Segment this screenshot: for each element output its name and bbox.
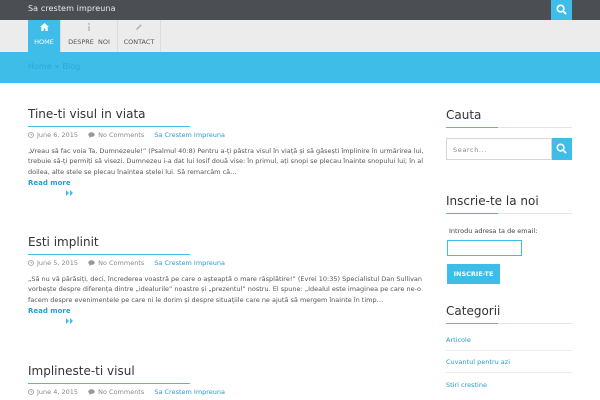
subscribe-widget-title: Inscrie-te la noi	[446, 194, 539, 208]
title-underline	[28, 254, 190, 255]
post-meta: June 4, 2015 No Comments Sa Crestem Impr…	[28, 388, 233, 396]
list-divider	[446, 372, 572, 373]
clock-icon	[28, 389, 34, 395]
post-comments-link[interactable]: No Comments	[88, 131, 144, 139]
post-category-link[interactable]: Sa Crestem Impreuna	[154, 388, 225, 396]
post-title[interactable]: Esti implinit	[28, 235, 426, 249]
post-article: Tine-ti visul in viata June 6, 2015 No C…	[28, 107, 426, 207]
list-divider	[446, 350, 572, 351]
header-search-button[interactable]	[551, 0, 572, 20]
category-link-cuvantul-pentru-azi[interactable]: Cuvantul pentru azi	[446, 358, 510, 366]
clock-icon	[28, 132, 34, 138]
breadcrumb-separator: »	[54, 62, 60, 71]
home-icon	[28, 23, 60, 33]
search-icon	[556, 4, 567, 15]
category-link-articole[interactable]: Articole	[446, 336, 471, 344]
categories-widget-title: Categorii	[446, 304, 501, 318]
widget-underline	[446, 127, 572, 128]
double-chevron-right-icon[interactable]	[66, 190, 74, 196]
post-meta: June 6, 2015 No Comments Sa Crestem Impr…	[28, 131, 233, 139]
widget-underline	[446, 323, 572, 324]
comments-icon	[88, 260, 95, 266]
nav-label-contact: CONTACT	[123, 38, 155, 46]
post-article: Esti implinit June 5, 2015 No Comments S…	[28, 235, 426, 335]
nav-divider	[160, 20, 161, 52]
post-title[interactable]: Implineste-ti visul	[28, 364, 426, 378]
search-button[interactable]	[552, 138, 572, 160]
post-meta: June 5, 2015 No Comments Sa Crestem Impr…	[28, 259, 233, 267]
post-article: Implineste-ti visul June 4, 2015 No Comm…	[28, 364, 426, 400]
page-header-band: Home» Blog	[0, 52, 600, 83]
nav-item-home[interactable]: HOME	[28, 20, 60, 52]
site-title[interactable]: Sa crestem impreuna	[28, 4, 116, 13]
post-date: June 4, 2015	[28, 388, 78, 396]
post-comments-link[interactable]: No Comments	[88, 388, 144, 396]
post-comments-link[interactable]: No Comments	[88, 259, 144, 267]
breadcrumb-current: Blog	[62, 62, 81, 71]
email-field[interactable]	[447, 240, 522, 256]
subscribe-button[interactable]: INSCRIE-TE	[447, 264, 500, 284]
comments-icon	[88, 132, 95, 138]
clock-icon	[28, 260, 34, 266]
nav-item-despre-noi[interactable]: DESPRE NOI	[61, 20, 117, 52]
post-category-link[interactable]: Sa Crestem Impreuna	[154, 259, 225, 267]
breadcrumb: Home» Blog	[28, 62, 80, 71]
post-excerpt: „Să nu vă părăsiți, deci, încrederea voa…	[28, 275, 423, 304]
email-label: Introdu adresa ta de email:	[449, 227, 538, 235]
title-underline	[28, 126, 190, 127]
post-excerpt: „Vreau să fac voia Ta, Dumnezeule!” (Psa…	[28, 147, 424, 176]
post-date: June 5, 2015	[28, 259, 78, 267]
info-icon	[61, 23, 117, 33]
post-category-link[interactable]: Sa Crestem Impreuna	[154, 131, 225, 139]
widget-underline	[446, 213, 572, 214]
nav-item-contact[interactable]: CONTACT	[118, 20, 160, 52]
comments-icon	[88, 389, 95, 395]
top-bar: Sa crestem impreuna	[0, 0, 600, 20]
read-more-link[interactable]: Read more	[28, 179, 71, 187]
post-title[interactable]: Tine-ti visul in viata	[28, 107, 426, 121]
category-link-stiri-crestine[interactable]: Stiri crestine	[446, 381, 487, 389]
nav-label-despre-noi: DESPRE NOI	[68, 38, 110, 46]
double-chevron-right-icon[interactable]	[66, 318, 74, 324]
title-underline	[28, 383, 190, 384]
search-widget-title: Cauta	[446, 108, 482, 122]
main-navigation: HOME DESPRE NOI CONTACT	[0, 20, 600, 52]
read-more-link[interactable]: Read more	[28, 307, 71, 315]
pencil-icon	[118, 23, 160, 33]
post-date: June 6, 2015	[28, 131, 78, 139]
breadcrumb-home-link[interactable]: Home	[28, 62, 52, 71]
nav-label-home: HOME	[34, 38, 54, 46]
search-input[interactable]: Search...	[446, 138, 552, 160]
search-icon	[556, 143, 567, 154]
